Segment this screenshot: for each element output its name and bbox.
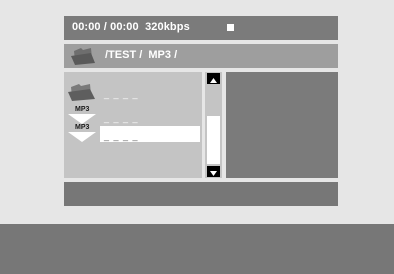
time-display: 00:00 / 00:00 (72, 21, 139, 33)
status-text: 00:00 / 00:00 320kbps (72, 21, 190, 33)
file-list: _ _ _ _ MP3 _ _ _ _ MP3 _ _ _ _ (64, 72, 202, 178)
scroll-thumb[interactable] (207, 116, 220, 164)
status-bar: 00:00 / 00:00 320kbps (64, 16, 338, 40)
file-name: _ _ _ _ (104, 89, 139, 99)
scroll-up-button[interactable] (207, 73, 220, 84)
mp3-file-icon: MP3 (66, 124, 98, 144)
arrow-down-icon (210, 171, 217, 176)
mp3-label: MP3 (75, 106, 90, 113)
bottom-band (0, 224, 394, 274)
mp3-label: MP3 (75, 124, 90, 131)
folder-icon (71, 48, 95, 65)
mp3-file-icon: MP3 (66, 106, 98, 126)
file-name: _ _ _ _ (104, 113, 139, 123)
folder-icon (68, 84, 95, 101)
stop-icon (227, 24, 234, 31)
path-bar: /TEST / MP3 / (64, 44, 338, 68)
scroll-down-button[interactable] (207, 166, 220, 177)
scrollbar[interactable] (205, 72, 222, 178)
info-panel (226, 72, 338, 178)
list-item-selected[interactable]: MP3 _ _ _ _ (64, 124, 202, 144)
arrow-up-icon (210, 78, 217, 83)
file-name: _ _ _ _ (104, 131, 139, 141)
list-item[interactable]: _ _ _ _ (64, 84, 202, 102)
message-bar (64, 182, 338, 206)
bitrate-display: 320kbps (145, 21, 190, 33)
path-text: /TEST / MP3 / (105, 49, 178, 61)
